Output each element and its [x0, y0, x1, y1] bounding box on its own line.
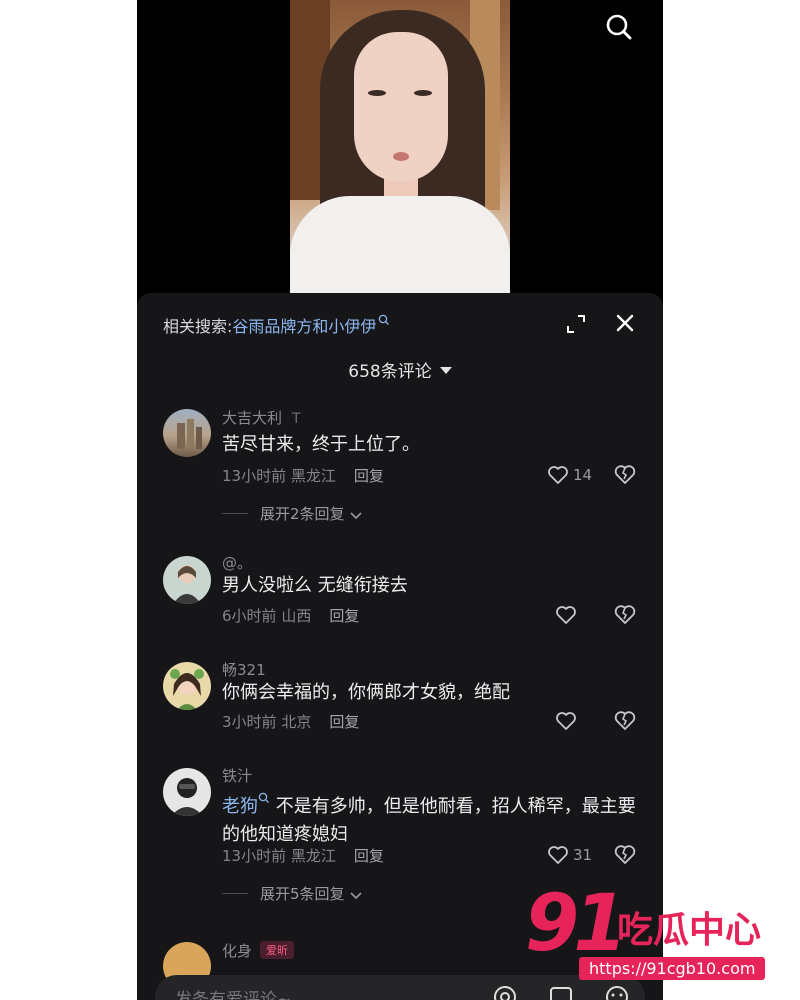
- dislike-button[interactable]: [613, 603, 637, 627]
- video-player[interactable]: [290, 0, 510, 295]
- dislike-button[interactable]: [613, 709, 637, 733]
- comment-body: 不是有多帅，但是他耐看，招人稀罕，最主要的他知道疼媳妇: [222, 796, 636, 845]
- like-count: 31: [573, 846, 593, 864]
- mention-link[interactable]: 老狗: [222, 796, 258, 817]
- broken-heart-icon: [614, 845, 636, 864]
- at-icon[interactable]: [491, 983, 519, 1000]
- broken-heart-icon: [614, 605, 636, 624]
- image-icon[interactable]: [547, 983, 575, 1000]
- chevron-down-icon: [349, 892, 362, 900]
- avatar[interactable]: [163, 662, 211, 710]
- comment-time: 13小时前: [222, 467, 287, 485]
- comment-text: 你俩会幸福的，你俩郎才女貌，绝配: [222, 682, 510, 703]
- fan-badge: 爱昕: [260, 941, 295, 959]
- comment-username[interactable]: 畅321: [222, 661, 266, 679]
- watermark-logo: 91 吃瓜中心 https://91cgb10.com: [525, 879, 790, 985]
- comment-username[interactable]: 大吉大利: [222, 409, 282, 427]
- reply-button[interactable]: 回复: [329, 713, 359, 731]
- like-button[interactable]: [555, 603, 577, 627]
- search-icon: [258, 785, 270, 803]
- caret-down-icon: [439, 367, 452, 374]
- reply-button[interactable]: 回复: [329, 607, 359, 625]
- comment-location: 黑龙江: [290, 467, 336, 485]
- reply-button[interactable]: 回复: [354, 467, 384, 485]
- expand-replies-button[interactable]: 展开5条回复: [222, 883, 363, 904]
- watermark-url: https://91cgb10.com: [579, 957, 766, 980]
- comment-location: 山西: [281, 607, 312, 625]
- avatar[interactable]: [163, 556, 211, 604]
- comment-count: 658条评论: [348, 362, 432, 382]
- comment-text: 老狗 不是有多帅，但是他耐看，招人稀罕，最主要的他知道疼媳妇: [222, 785, 642, 849]
- dislike-button[interactable]: [613, 463, 637, 487]
- related-search: 相关搜索:谷雨品牌方和小伊伊: [163, 311, 390, 337]
- broken-heart-icon: [614, 465, 636, 484]
- search-icon[interactable]: [604, 12, 634, 42]
- expand-icon[interactable]: [565, 313, 587, 335]
- heart-icon: [548, 846, 568, 864]
- broken-heart-icon: [614, 711, 636, 730]
- comment-time: 6小时前: [222, 607, 277, 625]
- heart-icon: [556, 606, 576, 624]
- like-button[interactable]: 14: [547, 463, 592, 487]
- comment-time: 13小时前: [222, 847, 287, 865]
- close-icon[interactable]: [613, 311, 637, 335]
- like-button[interactable]: [555, 709, 577, 733]
- like-button[interactable]: 31: [547, 843, 592, 867]
- dislike-button[interactable]: [613, 843, 637, 867]
- comment-location: 黑龙江: [290, 847, 336, 865]
- phone-screen: 相关搜索:谷雨品牌方和小伊伊 658条评论 大吉大利 T 苦尽甘来，终于上位了。 …: [137, 0, 663, 1000]
- heart-icon: [556, 712, 576, 730]
- related-search-label: 相关搜索:: [163, 317, 233, 336]
- comment-username[interactable]: 化身: [222, 942, 252, 960]
- avatar[interactable]: [163, 768, 211, 816]
- avatar[interactable]: [163, 409, 211, 457]
- comment-text: 男人没啦么 无缝衔接去: [222, 575, 408, 596]
- comment-input[interactable]: 发条有爱评论~: [175, 985, 291, 1000]
- related-search-query[interactable]: 谷雨品牌方和小伊伊: [232, 317, 376, 336]
- comment-username[interactable]: 铁汁: [222, 767, 252, 785]
- like-count: 14: [573, 466, 593, 484]
- heart-icon: [548, 466, 568, 484]
- chevron-down-icon: [349, 512, 362, 520]
- comment-location: 北京: [281, 713, 312, 731]
- user-tag: T: [292, 411, 301, 427]
- comment-time: 3小时前: [222, 713, 277, 731]
- reply-button[interactable]: 回复: [354, 847, 384, 865]
- comment-count-dropdown[interactable]: 658条评论: [137, 357, 663, 382]
- search-icon: [378, 311, 390, 325]
- watermark-text: 吃瓜中心: [617, 910, 762, 951]
- watermark-number: 91: [525, 879, 628, 969]
- comment-username[interactable]: @。: [222, 554, 252, 572]
- emoji-icon[interactable]: [603, 983, 631, 1000]
- expand-replies-button[interactable]: 展开2条回复: [222, 503, 363, 524]
- comment-text: 苦尽甘来，终于上位了。: [222, 434, 420, 455]
